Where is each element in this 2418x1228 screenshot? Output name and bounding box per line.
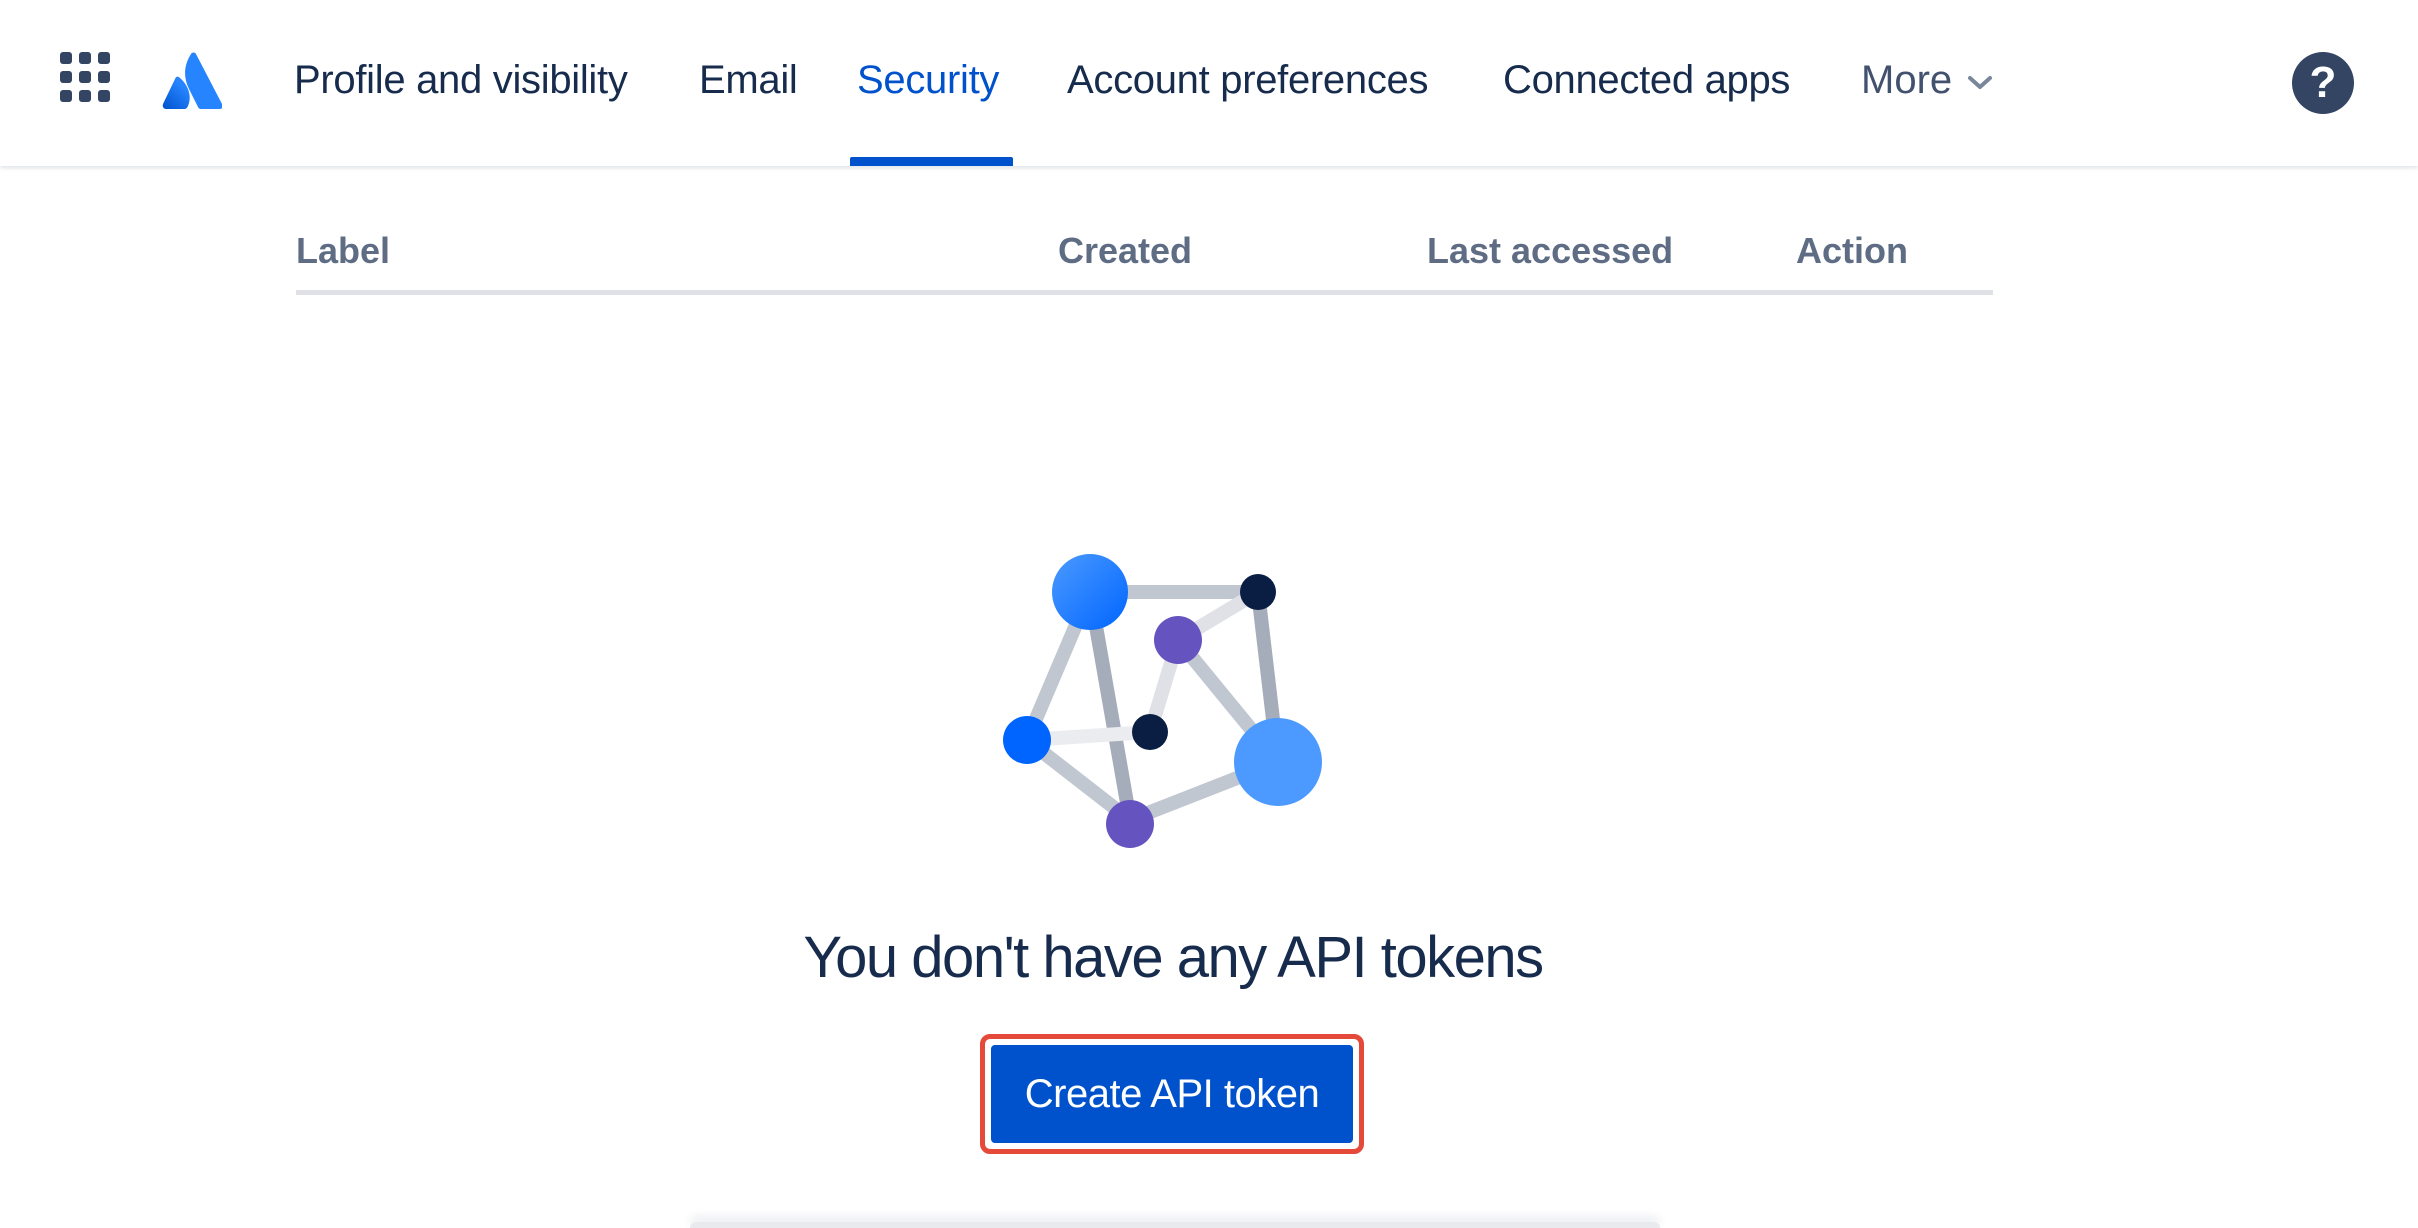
api-tokens-table-header: Label Created Last accessed Action — [296, 210, 1993, 295]
column-header-created: Created — [1058, 230, 1193, 271]
tab-connected-apps[interactable]: Connected apps — [1503, 58, 1790, 103]
account-nav: Profile and visibility Email Security Ac… — [0, 0, 2418, 166]
tab-account-preferences[interactable]: Account preferences — [1067, 58, 1428, 103]
tab-email[interactable]: Email — [699, 58, 798, 103]
chevron-down-icon — [1968, 76, 1992, 89]
more-label: More — [1861, 58, 1953, 102]
create-api-token-button[interactable]: Create API token — [991, 1045, 1353, 1143]
create-button-highlight: Create API token — [980, 1034, 1364, 1154]
active-tab-indicator — [850, 157, 1013, 166]
tab-security[interactable]: Security — [857, 58, 999, 103]
api-token-network-illustration — [1003, 554, 1322, 848]
column-header-action: Action — [1796, 230, 1908, 271]
tab-profile-and-visibility[interactable]: Profile and visibility — [294, 58, 628, 103]
help-icon[interactable]: ? — [2292, 52, 2354, 114]
top-navigation-bar: Profile and visibility Email Security Ac… — [0, 0, 2418, 166]
column-header-label: Label — [296, 230, 391, 271]
column-header-last-accessed: Last accessed — [1427, 230, 1674, 271]
empty-state-title: You don't have any API tokens — [803, 925, 1544, 990]
dialog-edge — [690, 1222, 1660, 1228]
more-menu-button[interactable]: More — [1861, 58, 1992, 103]
